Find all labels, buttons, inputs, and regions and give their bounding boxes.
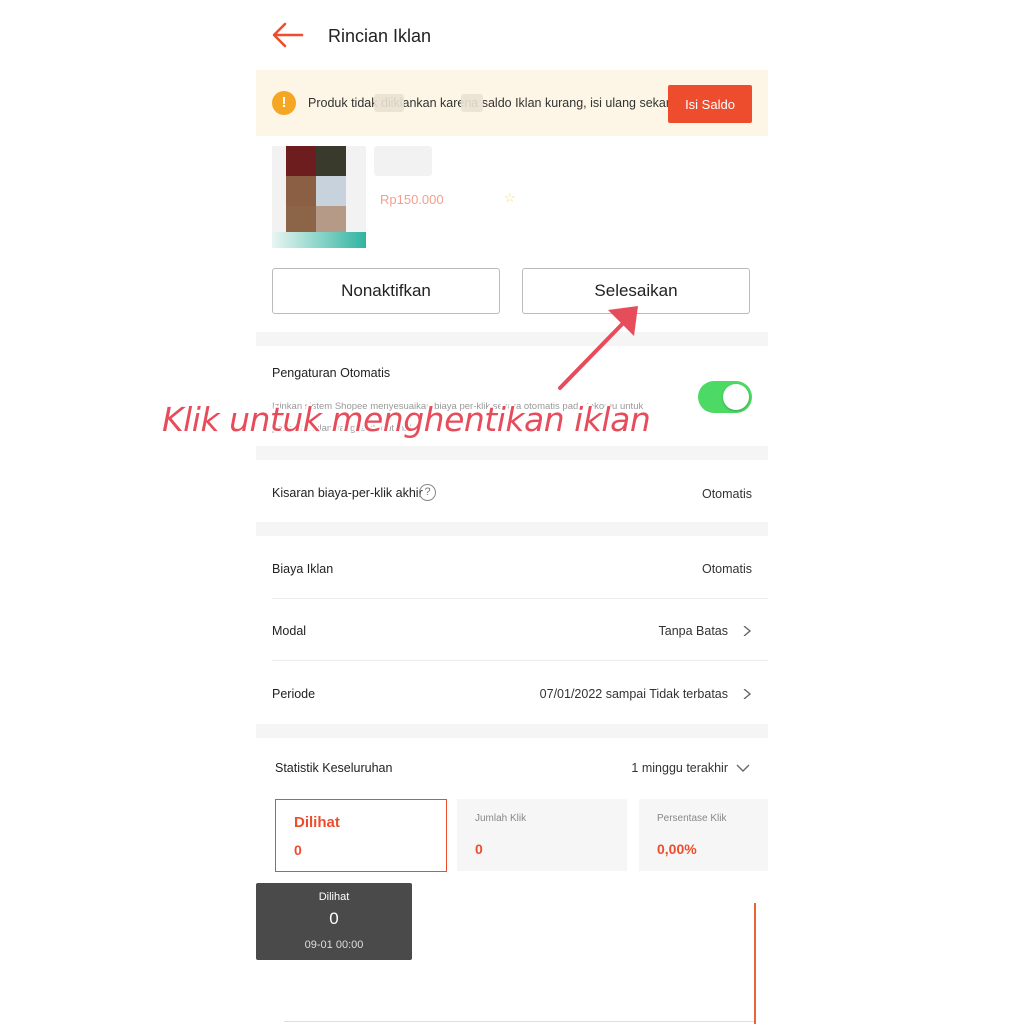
row-divider	[272, 598, 768, 599]
product-name-blurred	[374, 146, 432, 176]
stat-card-value: 0	[475, 841, 483, 857]
annotation-arrow-icon	[558, 306, 638, 390]
tooltip-time: 09-01 00:00	[304, 939, 364, 951]
help-icon[interactable]: ?	[419, 484, 436, 501]
cpc-range-value: Otomatis	[701, 487, 752, 501]
deactivate-button[interactable]: Nonaktifkan	[272, 268, 500, 314]
thumbnail-tile	[286, 176, 316, 206]
section-separator	[256, 724, 768, 738]
stat-card-value: 0	[294, 842, 302, 858]
chart-indicator-line	[754, 903, 756, 1024]
period-value[interactable]: 07/01/2022 sampai Tidak terbatas	[540, 687, 728, 701]
ad-cost-label: Biaya Iklan	[272, 562, 334, 576]
section-separator	[256, 332, 768, 346]
budget-value[interactable]: Tanpa Batas	[659, 624, 729, 638]
product-price: Rp150.000	[380, 192, 444, 207]
section-separator	[256, 522, 768, 536]
back-arrow-icon[interactable]	[270, 18, 306, 52]
ad-details-screen: Rincian Iklan ! Produk tidak diiklankan …	[256, 0, 768, 1024]
auto-settings-toggle[interactable]	[698, 381, 752, 413]
tooltip-value: 0	[329, 909, 339, 928]
stats-range-select[interactable]: 1 minggu terakhir	[631, 761, 728, 775]
page-title: Rincian Iklan	[328, 26, 432, 46]
ad-cost-value: Otomatis	[701, 562, 752, 576]
stat-card-ctr[interactable]: Persentase Klik 0,00%	[639, 799, 768, 871]
budget-label: Modal	[272, 624, 307, 638]
thumbnail-tile	[316, 146, 346, 176]
row-divider	[272, 660, 768, 661]
stat-card-label: Jumlah Klik	[475, 813, 527, 824]
chart-axis	[284, 1021, 754, 1022]
stats-title: Statistik Keseluruhan	[275, 761, 393, 775]
stat-card-value: 0,00%	[657, 841, 697, 857]
chevron-right-icon[interactable]	[742, 626, 752, 636]
banner-blur	[374, 94, 404, 112]
banner-blur	[461, 94, 483, 112]
star-icon: ☆	[504, 190, 516, 205]
auto-settings-title: Pengaturan Otomatis	[272, 366, 391, 380]
toggle-knob	[723, 384, 749, 410]
chevron-right-icon[interactable]	[742, 689, 752, 699]
banner-message: Produk tidak diiklankan karena saldo Ikl…	[308, 96, 695, 110]
cpc-range-label: Kisaran biaya-per-klik akhir	[272, 486, 423, 500]
thumbnail-ad-label	[272, 232, 366, 248]
section-separator	[256, 446, 768, 460]
chevron-down-icon[interactable]	[736, 763, 750, 773]
tooltip-label: Dilihat	[318, 891, 350, 903]
annotation-text: Klik untuk menghentikan iklan	[162, 400, 651, 439]
stat-card-views[interactable]: Dilihat 0	[275, 799, 447, 872]
low-balance-banner: ! Produk tidak diiklankan karena saldo I…	[256, 70, 768, 136]
top-up-button[interactable]: Isi Saldo	[668, 85, 752, 123]
thumbnail-tile	[286, 146, 316, 176]
product-thumbnail	[272, 146, 366, 248]
warning-icon: !	[272, 91, 296, 115]
stat-card-label: Persentase Klik	[657, 813, 727, 824]
period-label: Periode	[272, 687, 316, 701]
thumbnail-tile	[316, 176, 346, 206]
stat-card-clicks[interactable]: Jumlah Klik 0	[457, 799, 627, 871]
chart-tooltip: Dilihat 0 09-01 00:00	[256, 883, 412, 960]
stat-card-label: Dilihat	[294, 814, 340, 831]
